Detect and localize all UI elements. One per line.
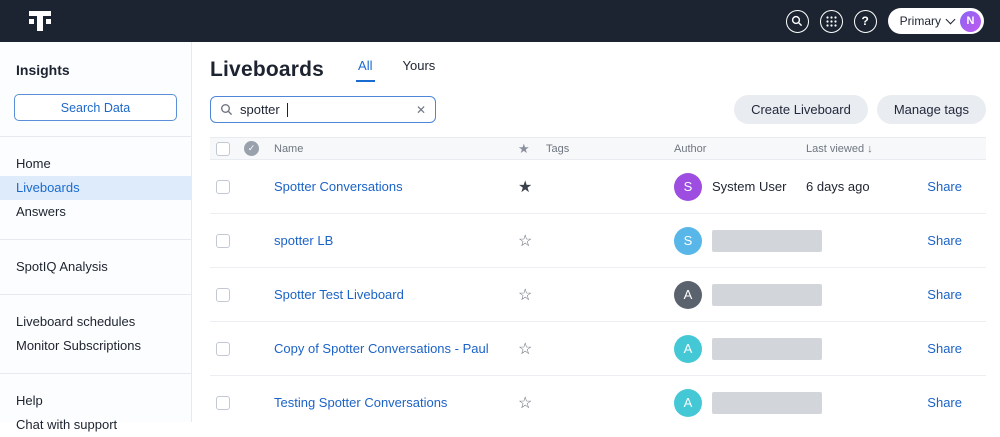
table-header: ✓ Name ★ Tags Author Last viewed ↓ xyxy=(210,137,986,160)
row-checkbox[interactable] xyxy=(216,342,230,356)
favorite-star-icon[interactable]: ☆ xyxy=(518,285,532,305)
share-link[interactable]: Share xyxy=(927,233,962,248)
favorite-star-icon[interactable]: ★ xyxy=(518,177,532,197)
text-cursor xyxy=(287,103,289,117)
author-avatar: S xyxy=(674,173,702,201)
share-link[interactable]: Share xyxy=(927,179,962,194)
liveboard-name-link[interactable]: Testing Spotter Conversations xyxy=(274,395,447,410)
row-checkbox[interactable] xyxy=(216,396,230,410)
table-row[interactable]: spotter LB ☆ S Share xyxy=(210,214,986,268)
user-avatar[interactable]: N xyxy=(960,11,981,32)
tab-yours[interactable]: Yours xyxy=(401,58,438,82)
liveboard-name-link[interactable]: Spotter Conversations xyxy=(274,179,403,194)
divider xyxy=(0,136,191,137)
select-all-checkbox[interactable] xyxy=(216,142,230,156)
author-name: System User xyxy=(712,179,786,194)
tab-all[interactable]: All xyxy=(356,58,374,82)
column-header-author[interactable]: Author xyxy=(674,143,806,155)
liveboard-name-link[interactable]: Copy of Spotter Conversations - Paul xyxy=(274,341,489,356)
divider xyxy=(0,239,191,240)
favorite-star-icon[interactable]: ☆ xyxy=(518,231,532,251)
favorite-star-icon[interactable]: ☆ xyxy=(518,393,532,413)
apps-grid-icon[interactable] xyxy=(820,10,843,33)
divider xyxy=(0,294,191,295)
clear-search-icon[interactable]: ✕ xyxy=(416,103,426,117)
sidebar-item-liveboard-schedules[interactable]: Liveboard schedules xyxy=(0,310,191,334)
page-title: Liveboards xyxy=(210,58,324,82)
redacted-author-name xyxy=(712,284,822,306)
column-header-tags[interactable]: Tags xyxy=(546,143,674,155)
environment-dropdown[interactable]: Primary N xyxy=(888,8,984,34)
table-row[interactable]: Spotter Conversations ★ S System User 6 … xyxy=(210,160,986,214)
environment-label: Primary xyxy=(900,14,941,28)
column-header-last-viewed[interactable]: Last viewed ↓ xyxy=(806,143,922,155)
search-input-value: spotter xyxy=(240,102,280,117)
search-input[interactable]: spotter ✕ xyxy=(210,96,436,123)
verified-check-icon: ✓ xyxy=(244,141,259,156)
table-row[interactable]: Testing Spotter Conversations ☆ A Share xyxy=(210,376,986,422)
table-row[interactable]: Copy of Spotter Conversations - Paul ☆ A… xyxy=(210,322,986,376)
row-checkbox[interactable] xyxy=(216,234,230,248)
help-icon[interactable]: ? xyxy=(854,10,877,33)
redacted-author-name xyxy=(712,230,822,252)
search-icon xyxy=(220,103,233,116)
share-link[interactable]: Share xyxy=(927,395,962,410)
share-link[interactable]: Share xyxy=(927,341,962,356)
sidebar-heading: Insights xyxy=(0,42,191,94)
create-liveboard-button[interactable]: Create Liveboard xyxy=(734,95,868,124)
favorite-star-icon[interactable]: ☆ xyxy=(518,339,532,359)
sidebar-item-chat-with-support[interactable]: Chat with support xyxy=(0,413,191,437)
author-avatar: A xyxy=(674,335,702,363)
thoughtspot-logo-icon xyxy=(28,9,52,33)
thoughtspot-logo[interactable] xyxy=(28,9,52,33)
share-link[interactable]: Share xyxy=(927,287,962,302)
topbar-actions: ? Primary N xyxy=(786,8,984,34)
liveboards-table: ✓ Name ★ Tags Author Last viewed ↓ Spott… xyxy=(210,137,986,422)
sidebar-item-answers[interactable]: Answers xyxy=(0,200,191,224)
chevron-down-icon xyxy=(946,15,956,25)
search-data-button[interactable]: Search Data xyxy=(14,94,177,121)
row-checkbox[interactable] xyxy=(216,180,230,194)
row-checkbox[interactable] xyxy=(216,288,230,302)
liveboards-tabs: All Yours xyxy=(356,58,437,82)
sidebar: Insights Search Data Home Liveboards Ans… xyxy=(0,42,192,422)
topbar: ? Primary N xyxy=(0,0,1000,42)
sidebar-item-home[interactable]: Home xyxy=(0,152,191,176)
liveboard-name-link[interactable]: spotter LB xyxy=(274,233,333,248)
divider xyxy=(0,373,191,374)
main-content: Liveboards All Yours spotter ✕ Create Li… xyxy=(192,42,1000,422)
sidebar-item-liveboards[interactable]: Liveboards xyxy=(0,176,191,200)
author-avatar: S xyxy=(674,227,702,255)
table-row[interactable]: Spotter Test Liveboard ☆ A Share xyxy=(210,268,986,322)
favorites-column-icon: ★ xyxy=(518,141,530,157)
sidebar-item-help[interactable]: Help xyxy=(0,389,191,413)
search-icon[interactable] xyxy=(786,10,809,33)
redacted-author-name xyxy=(712,392,822,414)
sidebar-item-spotiq-analysis[interactable]: SpotIQ Analysis xyxy=(0,255,191,279)
sidebar-item-monitor-subscriptions[interactable]: Monitor Subscriptions xyxy=(0,334,191,358)
liveboard-name-link[interactable]: Spotter Test Liveboard xyxy=(274,287,404,302)
manage-tags-button[interactable]: Manage tags xyxy=(877,95,986,124)
redacted-author-name xyxy=(712,338,822,360)
author-avatar: A xyxy=(674,389,702,417)
column-header-name[interactable]: Name xyxy=(274,143,518,155)
last-viewed: 6 days ago xyxy=(806,179,870,194)
author-avatar: A xyxy=(674,281,702,309)
